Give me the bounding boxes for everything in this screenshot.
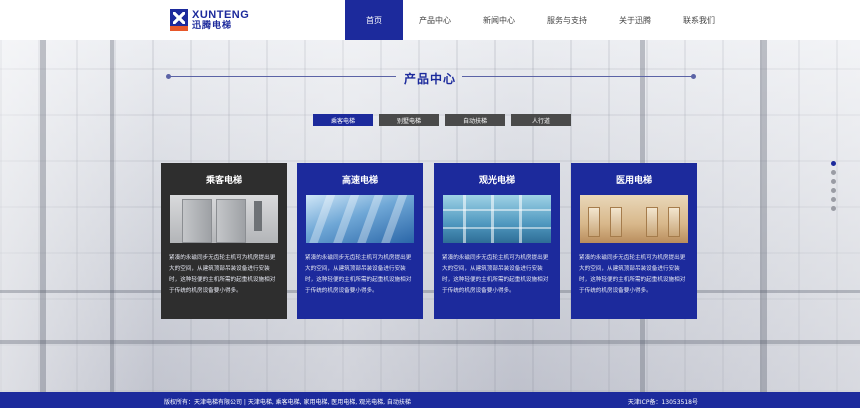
footer-copyright: 版权所有：天津电梯有限公司 | 天津电梯, 乘客电梯, 家用电梯, 医用电梯, … — [164, 399, 411, 406]
side-dot-6[interactable] — [831, 206, 836, 211]
hero-background — [0, 40, 860, 392]
logo-text-cn: 迅腾电梯 — [192, 20, 233, 31]
card-title: 高速电梯 — [341, 176, 378, 186]
product-card-highspeed[interactable]: 高速电梯 紧凑的永磁同步无齿轮主机可为机房提出更大的空间，从建筑顶部吊装设备进行… — [297, 163, 423, 319]
product-card-medical[interactable]: 医用电梯 紧凑的永磁同步无齿轮主机可为机房提出更大的空间，从建筑顶部吊装设备进行… — [571, 163, 697, 319]
nav-item-about[interactable]: 关于迅腾 — [603, 0, 667, 40]
side-dot-2[interactable] — [831, 170, 836, 175]
footer-icp: 天津ICP备：13053518号 — [627, 399, 698, 406]
side-pagination — [831, 161, 836, 215]
card-title: 乘客电梯 — [205, 176, 242, 186]
card-description: 紧凑的永磁同步无齿轮主机可为机房提出更大的空间，从建筑顶部吊装设备进行安装时，这… — [169, 255, 276, 294]
card-image-passenger-elevator — [170, 195, 278, 243]
nav-item-news[interactable]: 新闻中心 — [467, 0, 531, 40]
side-dot-1[interactable] — [831, 161, 836, 166]
product-tabs: 乘客电梯 别墅电梯 自动扶梯 人行道 — [313, 114, 577, 126]
card-title: 医用电梯 — [615, 176, 652, 186]
logo-mark-icon — [170, 9, 188, 31]
main-nav: 首页 产品中心 新闻中心 服务与支持 关于迅腾 联系我们 — [345, 0, 731, 40]
logo-text-en: XUNTENG — [192, 8, 250, 21]
product-card-passenger[interactable]: 乘客电梯 紧凑的永磁同步无齿轮主机可为机房提出更大的空间，从建筑顶部吊装设备进行… — [161, 163, 287, 319]
card-image-sightseeing-elevator — [443, 195, 551, 243]
nav-item-service[interactable]: 服务与支持 — [531, 0, 603, 40]
site-header: XUNTENG 迅腾电梯 首页 产品中心 新闻中心 服务与支持 关于迅腾 联系我… — [0, 0, 860, 40]
section-title: 产品中心 — [403, 72, 456, 86]
tab-passenger[interactable]: 乘客电梯 — [313, 114, 373, 126]
tab-villa[interactable]: 别墅电梯 — [379, 114, 439, 126]
nav-item-home[interactable]: 首页 — [345, 0, 403, 40]
site-logo[interactable]: XUNTENG 迅腾电梯 — [170, 8, 249, 32]
card-image-medical-elevator — [580, 195, 688, 243]
tab-escalator[interactable]: 自动扶梯 — [445, 114, 505, 126]
card-title: 观光电梯 — [478, 176, 515, 186]
card-description: 紧凑的永磁同步无齿轮主机可为机房提出更大的空间，从建筑顶部吊装设备进行安装时，这… — [442, 255, 549, 294]
card-image-highspeed-elevator — [306, 195, 414, 243]
side-dot-3[interactable] — [831, 179, 836, 184]
tab-walkway[interactable]: 人行道 — [511, 114, 571, 126]
card-description: 紧凑的永磁同步无齿轮主机可为机房提出更大的空间，从建筑顶部吊装设备进行安装时，这… — [579, 255, 686, 294]
side-dot-4[interactable] — [831, 188, 836, 193]
card-description: 紧凑的永磁同步无齿轮主机可为机房提出更大的空间，从建筑顶部吊装设备进行安装时，这… — [305, 255, 412, 294]
side-dot-5[interactable] — [831, 197, 836, 202]
product-card-sightseeing[interactable]: 观光电梯 紧凑的永磁同步无齿轮主机可为机房提出更大的空间，从建筑顶部吊装设备进行… — [434, 163, 560, 319]
nav-item-products[interactable]: 产品中心 — [403, 0, 467, 40]
nav-item-contact[interactable]: 联系我们 — [667, 0, 731, 40]
section-title-wrap: 产品中心 — [0, 68, 860, 87]
site-footer: 版权所有：天津电梯有限公司 | 天津电梯, 乘客电梯, 家用电梯, 医用电梯, … — [0, 392, 860, 408]
